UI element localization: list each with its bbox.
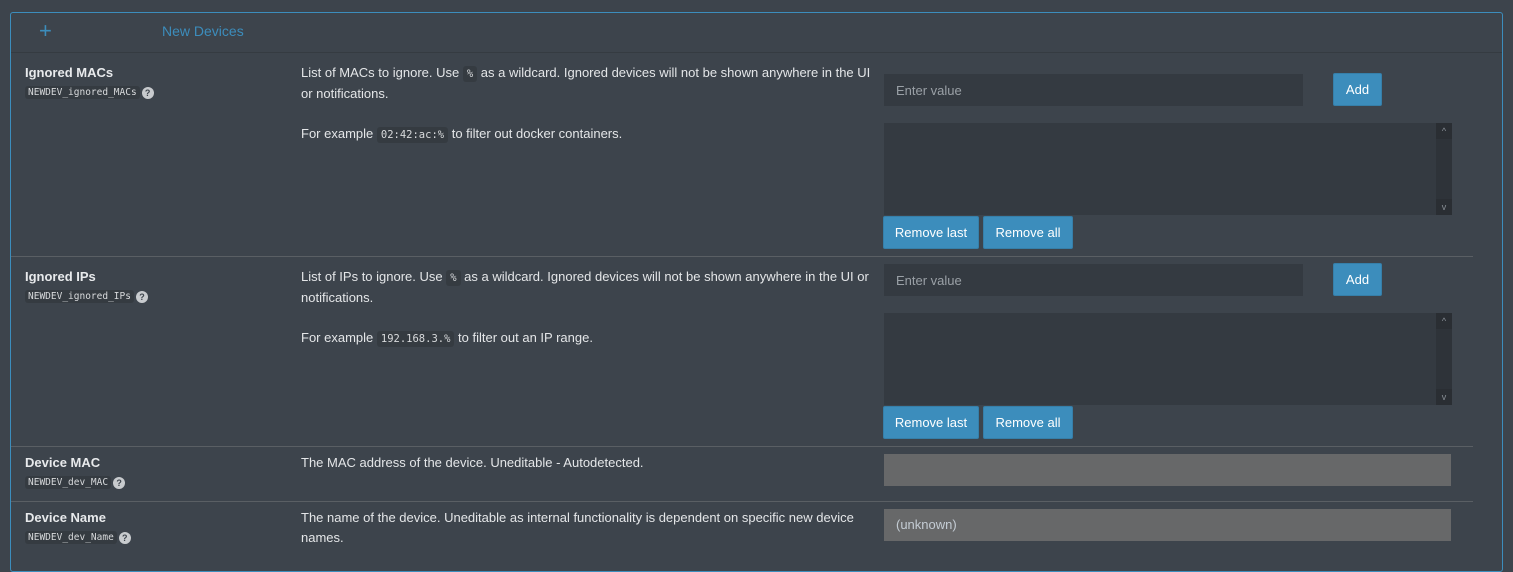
add-button[interactable]: Add — [1333, 263, 1382, 296]
help-icon[interactable]: ? — [135, 290, 148, 303]
setting-key: NEWDEV_dev_Name ? — [25, 531, 131, 544]
remove-last-button[interactable]: Remove last — [883, 406, 979, 439]
panel-title[interactable]: New Devices — [162, 23, 244, 39]
scroll-up-icon[interactable]: ^ — [1436, 123, 1452, 139]
desc-text: List of IPs to ignore. Use — [301, 269, 447, 284]
example-code: 02:42:ac:% — [376, 127, 449, 143]
description-text: List of IPs to ignore. Use % as a wildca… — [301, 267, 881, 308]
device-mac-field[interactable] — [884, 454, 1451, 486]
ignored-ips-input[interactable] — [884, 264, 1303, 296]
help-icon[interactable]: ? — [113, 476, 126, 489]
ignored-macs-input[interactable] — [884, 74, 1303, 106]
scroll-up-icon[interactable]: ^ — [1436, 313, 1452, 329]
example-label: For example — [301, 126, 377, 141]
setting-key-code: NEWDEV_dev_MAC — [25, 476, 112, 489]
remove-all-button[interactable]: Remove all — [983, 216, 1073, 249]
scrollbar[interactable]: ^ v — [1436, 123, 1452, 215]
new-devices-panel: + New Devices Ignored MACs NEWDEV_ignore… — [10, 12, 1503, 572]
example-text: For example 02:42:ac:% to filter out doc… — [301, 124, 881, 145]
wildcard-code: % — [462, 66, 478, 82]
remove-all-button[interactable]: Remove all — [983, 406, 1073, 439]
example-text: For example 192.168.3.% to filter out an… — [301, 328, 881, 349]
setting-name: Device MAC — [25, 455, 101, 470]
setting-key-code: NEWDEV_ignored_MACs — [25, 86, 140, 99]
remove-last-button[interactable]: Remove last — [883, 216, 979, 249]
scroll-down-icon[interactable]: v — [1436, 389, 1452, 405]
scrollbar[interactable]: ^ v — [1436, 313, 1452, 405]
setting-name: Device Name — [25, 510, 106, 525]
wildcard-code: % — [446, 270, 461, 286]
description-text: List of MACs to ignore. Use % as a wildc… — [301, 63, 881, 104]
setting-key-code: NEWDEV_dev_Name — [25, 531, 117, 544]
example-desc: to filter out an IP range. — [454, 330, 593, 345]
setting-row-ignored-macs: Ignored MACs NEWDEV_ignored_MACs ? List … — [11, 53, 1473, 257]
device-name-field[interactable]: (unknown) — [884, 509, 1451, 541]
example-code: 192.168.3.% — [376, 331, 455, 347]
setting-key: NEWDEV_ignored_MACs ? — [25, 86, 154, 99]
setting-row-ignored-ips: Ignored IPs NEWDEV_ignored_IPs ? List of… — [11, 257, 1473, 447]
help-icon[interactable]: ? — [118, 531, 131, 544]
ignored-ips-list[interactable]: ^ v — [884, 313, 1452, 405]
example-label: For example — [301, 330, 377, 345]
panel-header[interactable]: + New Devices — [11, 13, 1502, 53]
desc-text: List of MACs to ignore. Use — [301, 65, 463, 80]
setting-key: NEWDEV_ignored_IPs ? — [25, 290, 148, 303]
setting-name: Ignored MACs — [25, 65, 114, 80]
add-button[interactable]: Add — [1333, 73, 1382, 106]
setting-row-device-name: Device Name NEWDEV_dev_Name ? The name o… — [11, 502, 1473, 572]
help-icon[interactable]: ? — [141, 86, 154, 99]
setting-row-device-mac: Device MAC NEWDEV_dev_MAC ? The MAC addr… — [11, 447, 1473, 502]
setting-description: The name of the device. Uneditable as in… — [301, 510, 854, 545]
setting-name: Ignored IPs — [25, 269, 96, 284]
ignored-macs-list[interactable]: ^ v — [884, 123, 1452, 215]
example-desc: to filter out docker containers. — [448, 126, 623, 141]
setting-description: List of MACs to ignore. Use % as a wildc… — [301, 63, 881, 165]
setting-description: The MAC address of the device. Uneditabl… — [301, 455, 644, 470]
setting-key: NEWDEV_dev_MAC ? — [25, 476, 126, 489]
scroll-down-icon[interactable]: v — [1436, 199, 1452, 215]
plus-icon[interactable]: + — [39, 19, 52, 43]
setting-description: List of IPs to ignore. Use % as a wildca… — [301, 267, 881, 369]
setting-key-code: NEWDEV_ignored_IPs — [25, 290, 134, 303]
